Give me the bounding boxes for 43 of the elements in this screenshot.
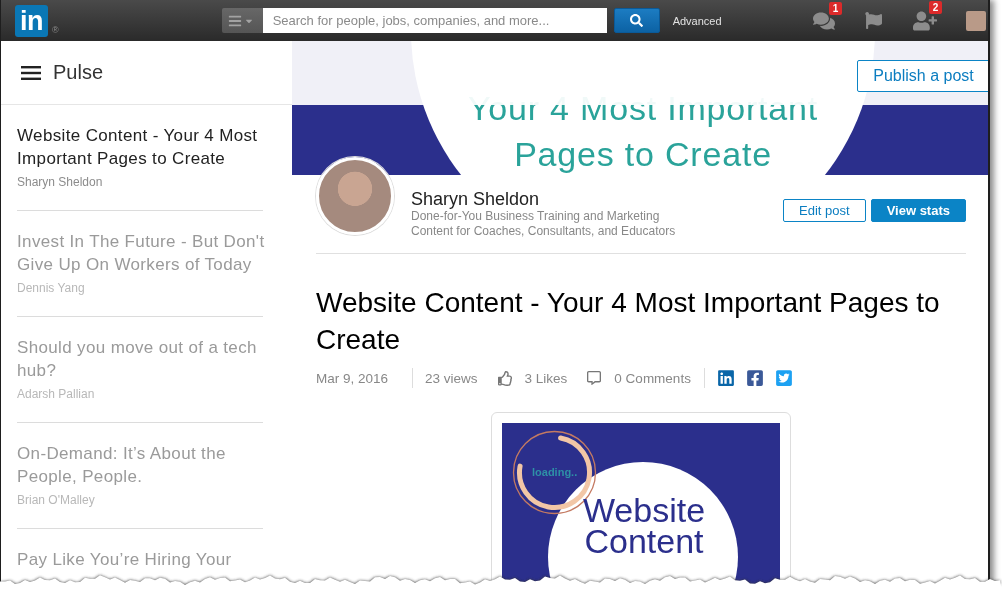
image-headline: Content bbox=[584, 526, 704, 557]
cover-headline: Pages to Create bbox=[514, 134, 772, 175]
like-count[interactable]: 3 Likes bbox=[524, 370, 568, 386]
article-title: Website Content - Your 4 Most Important Pages to Create bbox=[316, 286, 941, 357]
publish-button[interactable]: Publish a post bbox=[857, 60, 988, 92]
facebook-share-icon[interactable] bbox=[745, 369, 764, 387]
registered-mark: ® bbox=[52, 25, 59, 35]
advanced-search-link[interactable]: Advanced bbox=[672, 14, 722, 27]
view-count: 23 views bbox=[425, 370, 478, 386]
comment-count[interactable]: 0 Comments bbox=[614, 370, 691, 386]
thumbs-up-icon[interactable] bbox=[497, 370, 513, 386]
menu-icon bbox=[227, 13, 242, 28]
edit-post-button[interactable]: Edit post bbox=[783, 199, 866, 222]
post-title[interactable]: On-Demand: It’s About the People, People. bbox=[17, 442, 275, 488]
post-title[interactable]: Pay Like You’re Hiring Your bbox=[17, 548, 275, 571]
menu-icon[interactable] bbox=[21, 65, 41, 80]
logo[interactable]: in bbox=[15, 4, 48, 37]
post-author: Adarsh Pallian bbox=[17, 386, 96, 402]
notification-badge: 2 bbox=[929, 0, 942, 14]
sidebar-title: Pulse bbox=[53, 61, 104, 84]
loading-text: loading.. bbox=[532, 466, 578, 478]
author-headline: Done-for-You Business Training and Marketing Content for Coaches, Consultants, and Educators bbox=[411, 209, 677, 239]
view-stats-button[interactable]: View stats bbox=[870, 199, 966, 222]
linkedin-share-icon[interactable] bbox=[716, 369, 735, 387]
twitter-share-icon[interactable] bbox=[774, 369, 793, 387]
post-title[interactable]: Invest In The Future - But Don't Give Up On Workers of Today bbox=[17, 230, 275, 276]
comment-icon[interactable] bbox=[587, 371, 602, 385]
notification-badge: 1 bbox=[829, 1, 842, 15]
post-title[interactable]: Website Content - Your 4 Most Important Pages to Create bbox=[17, 124, 275, 170]
post-author: Sharyn Sheldon bbox=[17, 174, 104, 190]
cover-headline: Your 4 Most Important bbox=[467, 88, 818, 129]
search-icon bbox=[630, 14, 644, 27]
search-button[interactable] bbox=[613, 8, 660, 33]
post-author: Brian O'Malley bbox=[17, 492, 96, 508]
search-field[interactable]: Search for people, jobs, companies, and more... bbox=[262, 8, 607, 33]
post-date: Mar 9, 2016 bbox=[316, 370, 389, 386]
image-headline: Website bbox=[582, 495, 706, 526]
author-name[interactable]: Sharyn Sheldon bbox=[411, 189, 701, 209]
search-menu-button[interactable] bbox=[221, 8, 263, 33]
post-title[interactable]: Should you move out of a tech hub? bbox=[17, 336, 275, 382]
flag-icon[interactable] bbox=[865, 12, 882, 29]
post-author: Dennis Yang bbox=[17, 280, 86, 296]
avatar-placeholder[interactable] bbox=[966, 10, 986, 31]
